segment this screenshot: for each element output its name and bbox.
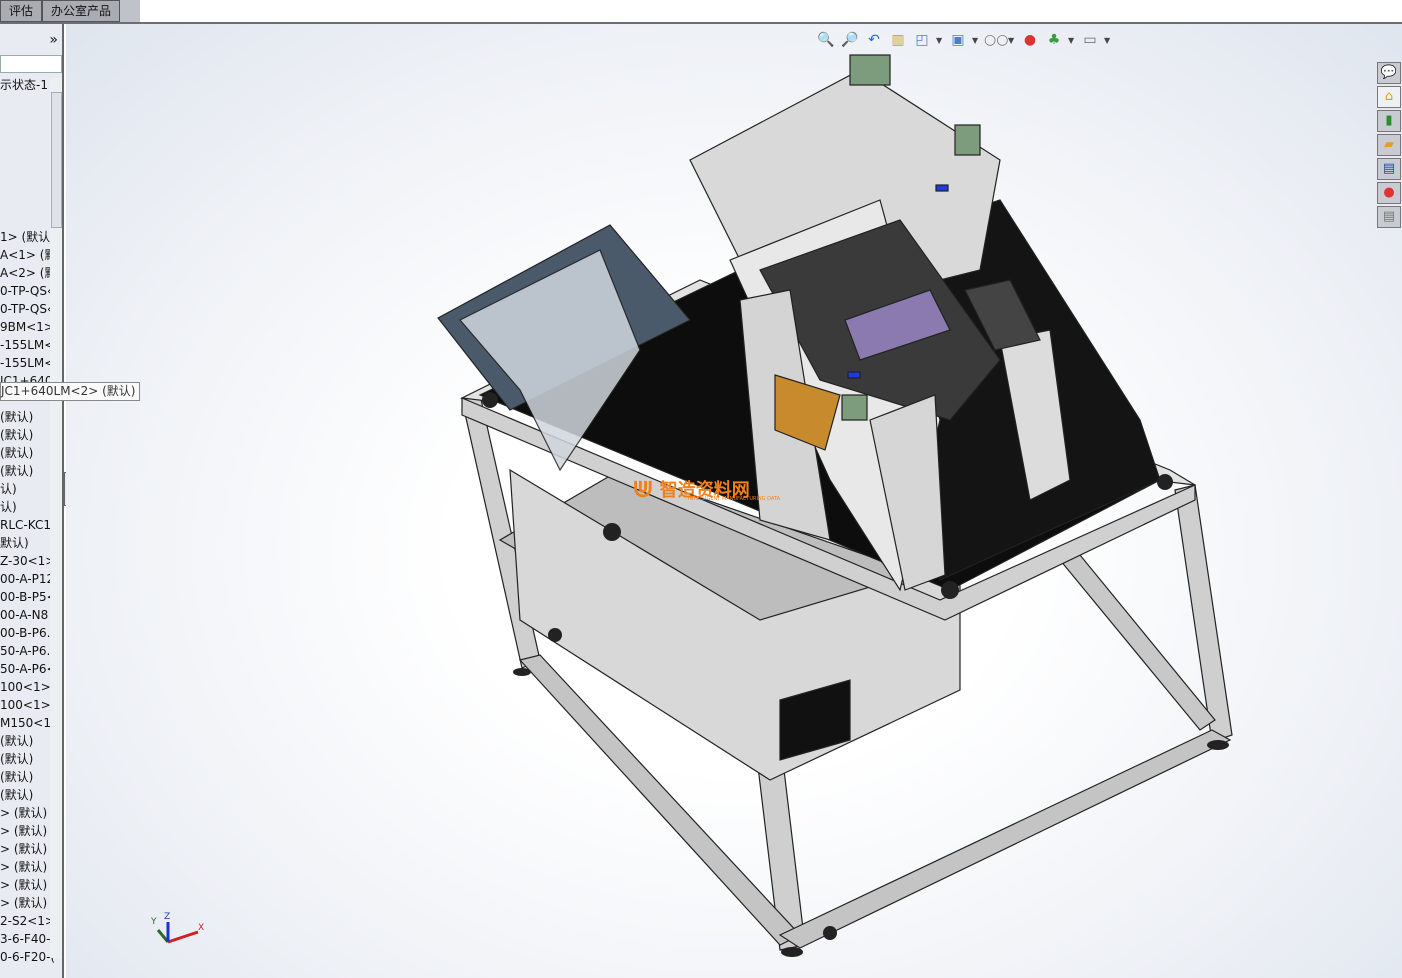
motor: [954, 124, 981, 156]
tree-item[interactable]: > (默认): [0, 876, 47, 894]
tree-item[interactable]: (默认): [0, 750, 33, 768]
custom-properties-icon[interactable]: ●: [1377, 182, 1401, 204]
chevron-down-icon[interactable]: ▼: [936, 36, 944, 45]
tree-item[interactable]: 默认): [0, 534, 29, 552]
watermark-logo: ⋓ 智造资料网 INTELLIGENT MANUFACTURING DATA: [632, 474, 781, 504]
tree-item[interactable]: (默认): [0, 462, 33, 480]
tree-item[interactable]: 认): [0, 480, 17, 498]
apply-scene-icon[interactable]: ♣: [1044, 30, 1064, 50]
motor: [841, 394, 868, 421]
tree-item[interactable]: 1> (默认: [0, 228, 50, 246]
tree-item[interactable]: 0-TP-QS‹: [0, 282, 52, 300]
tree-item[interactable]: (默认): [0, 444, 33, 462]
z-axis-label: Z: [164, 912, 170, 922]
command-manager-tabs: 评估 办公室产品: [0, 0, 140, 24]
y-axis-label: Y: [150, 917, 157, 927]
tree-item[interactable]: -155LM<: [0, 354, 54, 372]
tab-evaluate[interactable]: 评估: [0, 0, 43, 22]
tree-item[interactable]: 00-B-P6.: [0, 624, 50, 642]
tree-item[interactable]: 00-A-P12: [0, 570, 54, 588]
tree-item[interactable]: (默认): [0, 732, 33, 750]
blue-marker: [935, 184, 949, 192]
view-settings-icon[interactable]: ▭: [1080, 30, 1100, 50]
tree-item[interactable]: 00-B-P5<: [0, 588, 57, 606]
tree-scrollbar[interactable]: [50, 78, 62, 958]
tree-item[interactable]: 100<1>: [0, 678, 51, 696]
tree-item[interactable]: 50-A-P6.: [0, 642, 50, 660]
book-logo-icon: ⋓: [632, 474, 654, 504]
scrollbar-thumb[interactable]: [51, 92, 62, 228]
tree-item[interactable]: > (默认): [0, 894, 47, 912]
display-state-label: 示状态-1: [0, 78, 48, 92]
tree-item[interactable]: (默认): [0, 768, 33, 786]
reference-triad: X Y Z: [150, 910, 206, 954]
section-view-icon[interactable]: ▥: [888, 30, 908, 50]
solidworks-resources-icon[interactable]: 💬: [1377, 62, 1401, 84]
tree-item[interactable]: (默认): [0, 786, 33, 804]
tree-item[interactable]: (默认): [0, 426, 33, 444]
zoom-to-fit-icon[interactable]: 🔍: [816, 30, 836, 50]
chevron-down-icon[interactable]: ▼: [972, 36, 980, 45]
tree-item[interactable]: 100<1>: [0, 696, 51, 714]
tree-item[interactable]: 00-A-N8: [0, 606, 48, 624]
hide-show-items-icon[interactable]: ○○: [984, 30, 1008, 50]
feature-manager-panel: » 示状态-1 1> (默认 A<1> (默 A<2> (默 0-TP-QS‹ 0-TP…: [0, 24, 64, 978]
tree-item[interactable]: (默认): [0, 408, 33, 426]
tree-item[interactable]: 3-6-F40-(: [0, 930, 55, 948]
filter-input[interactable]: [0, 55, 62, 73]
design-library-icon[interactable]: ⌂: [1377, 86, 1401, 108]
task-pane-tabs: 💬 ⌂ ▮ ▰ ▤ ● ▤: [1377, 62, 1402, 230]
tree-item[interactable]: Z-30<1>: [0, 552, 55, 570]
tree-item[interactable]: 0-TP-QS‹: [0, 300, 52, 318]
motor: [849, 54, 891, 86]
tree-item[interactable]: 2-S2<1>: [0, 912, 55, 930]
chevron-down-icon[interactable]: ▼: [1008, 36, 1016, 45]
tree-item[interactable]: A<2> (默: [0, 264, 56, 282]
display-style-icon[interactable]: ▣: [948, 30, 968, 50]
tree-item[interactable]: > (默认): [0, 822, 47, 840]
forum-icon[interactable]: ▤: [1377, 206, 1401, 228]
blue-marker: [847, 371, 861, 379]
view-palette-icon[interactable]: ▰: [1377, 134, 1401, 156]
tree-item[interactable]: 9BM<1>: [0, 318, 54, 336]
view-orientation-icon[interactable]: ◰: [912, 30, 932, 50]
chevron-down-icon[interactable]: ▼: [1068, 36, 1076, 45]
chevron-down-icon[interactable]: ▼: [1104, 36, 1112, 45]
tree-item[interactable]: 50-A-P6<: [0, 660, 57, 678]
tree-item[interactable]: > (默认): [0, 840, 47, 858]
zoom-to-area-icon[interactable]: 🔎: [840, 30, 860, 50]
tree-item[interactable]: -155LM<: [0, 336, 54, 354]
tree-item[interactable]: > (默认): [0, 804, 47, 822]
appearances-icon[interactable]: ▤: [1377, 158, 1401, 180]
tree-item[interactable]: A<1> (默: [0, 246, 56, 264]
frame-beam: [778, 729, 1232, 949]
file-explorer-icon[interactable]: ▮: [1377, 110, 1401, 132]
tree-item-tooltip: JC1+640LM<2> (默认): [0, 382, 141, 401]
tree-item[interactable]: 0-6-F20-(: [0, 948, 55, 966]
tree-item[interactable]: RLC-KC1: [0, 516, 51, 534]
heads-up-view-toolbar: 🔍 🔎 ↶ ▥ ◰ ▼ ▣ ▼ ○○ ▼ ● ♣ ▼ ▭ ▼: [816, 30, 1112, 50]
tab-office-products[interactable]: 办公室产品: [42, 0, 121, 22]
expand-panel-button[interactable]: »: [49, 32, 58, 48]
x-axis-label: X: [198, 923, 204, 933]
tree-item[interactable]: 认): [0, 498, 17, 516]
edit-appearance-icon[interactable]: ●: [1020, 30, 1040, 50]
tree-item[interactable]: > (默认): [0, 858, 47, 876]
previous-view-icon[interactable]: ↶: [864, 30, 884, 50]
